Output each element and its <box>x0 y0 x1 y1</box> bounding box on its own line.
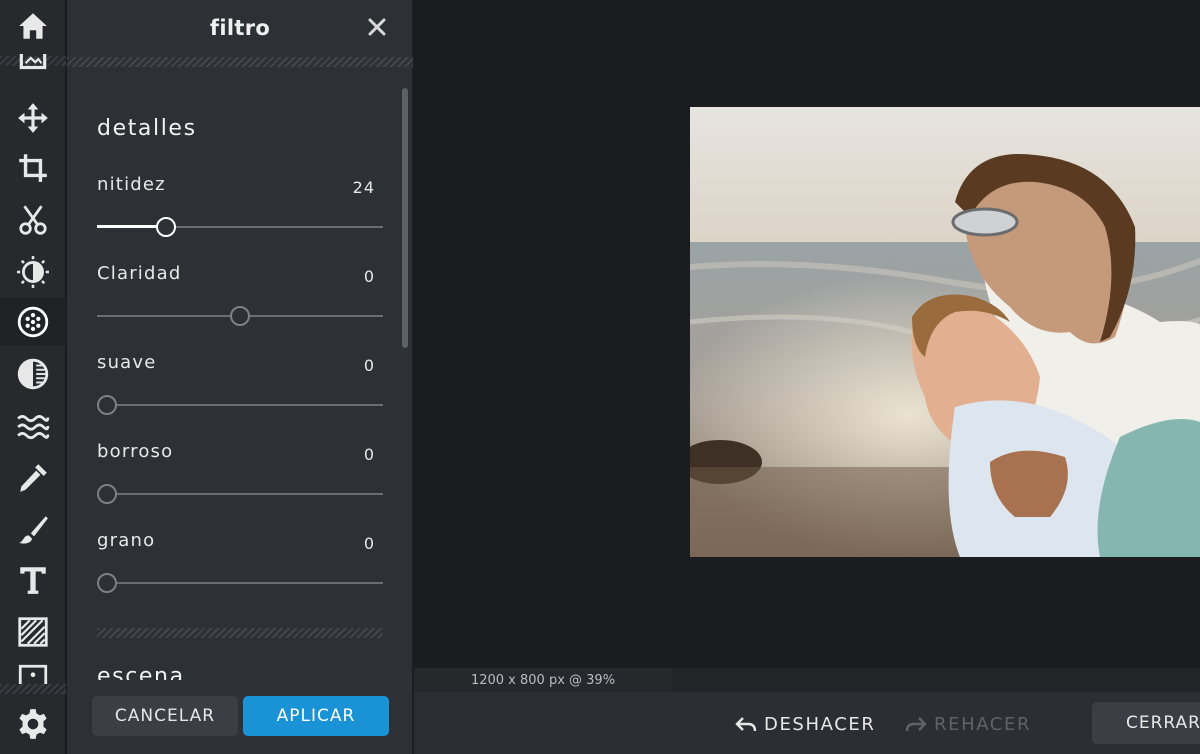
apply-button[interactable]: APLICAR <box>243 696 389 736</box>
undo-button[interactable]: DESHACER <box>734 710 875 738</box>
slider-label: borroso <box>97 441 174 462</box>
texture-tool[interactable] <box>0 608 66 656</box>
slider-value: 0 <box>363 445 375 464</box>
photo-image <box>690 107 1200 557</box>
texture-icon <box>18 617 48 647</box>
adjust-icon <box>17 256 49 288</box>
panel-footer: CANCELAR APLICAR <box>67 696 413 742</box>
retouch-icon <box>20 464 47 492</box>
effect-tool[interactable] <box>0 350 66 398</box>
close-icon[interactable] <box>363 13 391 41</box>
cancel-button[interactable]: CANCELAR <box>92 696 238 736</box>
liquify-tool[interactable] <box>0 402 66 450</box>
crop-icon <box>19 154 47 182</box>
slider-value: 0 <box>363 267 375 286</box>
close-editor-button[interactable]: CERRAR <box>1092 702 1200 744</box>
sticker-icon <box>18 664 48 684</box>
section-title-detalles: detalles <box>97 116 197 141</box>
header-divider <box>67 57 413 67</box>
text-tool[interactable] <box>0 556 66 604</box>
slider-track[interactable] <box>97 404 383 406</box>
redo-label: REHACER <box>934 713 1032 735</box>
slider-thumb[interactable] <box>97 573 117 593</box>
bottom-action-bar: DESHACER REHACER CERRAR <box>414 692 1200 754</box>
image-size-readout: 1200 x 800 px @ 39% <box>414 668 672 692</box>
text-icon <box>20 567 46 594</box>
move-icon <box>18 103 48 133</box>
sticker-tool[interactable] <box>0 656 66 684</box>
slider-value: 0 <box>363 356 375 375</box>
panel-title: filtro <box>209 16 271 40</box>
settings-icon <box>19 709 47 739</box>
slider-borroso: borroso 0 <box>97 441 383 521</box>
photo <box>690 107 1200 557</box>
move-tool[interactable] <box>0 94 66 142</box>
slider-track[interactable] <box>97 582 383 584</box>
slider-value: 24 <box>352 178 375 197</box>
slider-label: nitidez <box>97 174 166 195</box>
home-icon <box>19 13 47 39</box>
undo-label: DESHACER <box>764 713 876 735</box>
slider-thumb[interactable] <box>230 306 250 326</box>
toolbar-divider <box>0 684 66 694</box>
scissors-icon <box>19 205 47 235</box>
redo-button[interactable]: REHACER <box>904 710 1031 738</box>
crop-tool[interactable] <box>0 144 66 192</box>
slider-thumb[interactable] <box>155 217 176 237</box>
draw-tool[interactable] <box>0 506 66 554</box>
slider-label: suave <box>97 352 157 373</box>
frame-icon <box>19 54 47 70</box>
draw-icon <box>19 516 48 544</box>
slider-track[interactable] <box>97 493 383 495</box>
section-title-escena[interactable]: escena <box>97 664 185 680</box>
status-bar: 1200 x 800 px @ 39% <box>414 668 1200 692</box>
adjust-tool[interactable] <box>0 248 66 296</box>
retouch-tool[interactable] <box>0 454 66 502</box>
slider-suave: suave 0 <box>97 352 383 432</box>
settings-button[interactable] <box>0 700 66 748</box>
slider-thumb[interactable] <box>97 395 117 415</box>
slider-label: Claridad <box>97 263 182 284</box>
filter-icon <box>17 306 49 338</box>
redo-icon <box>905 717 927 732</box>
image-canvas[interactable] <box>414 0 1200 668</box>
slider-claridad: Claridad 0 <box>97 263 383 343</box>
slider-grano: grano 0 <box>97 530 383 610</box>
slider-value: 0 <box>363 534 375 553</box>
filter-panel: filtro detalles nitidez 24 Claridad 0 su… <box>67 0 413 754</box>
liquify-icon <box>17 415 50 440</box>
panel-scroll-area[interactable]: detalles nitidez 24 Claridad 0 suave 0 b… <box>67 68 413 680</box>
slider-nitidez: nitidez 24 <box>97 174 383 254</box>
cut-tool[interactable] <box>0 196 66 244</box>
frame-tool[interactable] <box>0 54 66 84</box>
slider-label: grano <box>97 530 156 551</box>
effect-icon <box>17 358 49 390</box>
panel-scrollbar[interactable] <box>402 88 408 348</box>
filter-tool[interactable] <box>0 298 66 346</box>
undo-icon <box>735 717 757 732</box>
panel-header: filtro <box>67 0 413 56</box>
slider-thumb[interactable] <box>97 484 117 504</box>
section-divider <box>97 628 383 638</box>
tool-sidebar <box>0 0 66 754</box>
home-button[interactable] <box>0 2 66 50</box>
